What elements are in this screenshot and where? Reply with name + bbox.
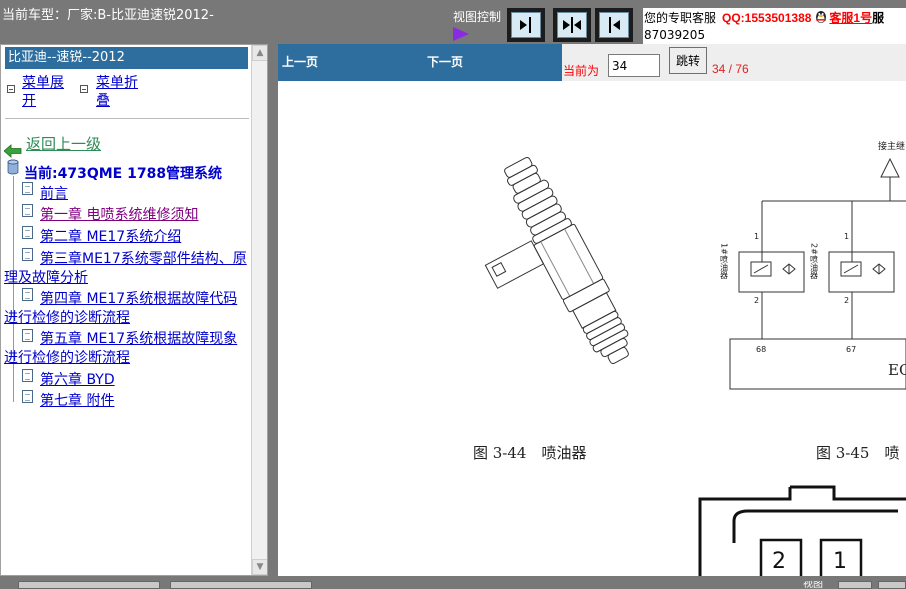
connector-pin-1: 1 <box>833 549 847 574</box>
view-button-1[interactable] <box>838 581 872 589</box>
ecu-label: EC <box>888 361 906 379</box>
fuel-injector-illustration <box>484 156 629 365</box>
chapter-link-5[interactable]: 第五章 ME17系统根据故障现象进行检修的诊断流程 <box>4 330 249 368</box>
back-arrow-icon[interactable] <box>4 144 22 158</box>
bottom-bar: 视图 <box>0 576 906 589</box>
figure-caption-injector: 图 3-44 喷油器 <box>473 444 586 462</box>
injector2-pin1: 1 <box>844 232 849 241</box>
tree-divider <box>5 118 249 119</box>
scroll-up-button[interactable]: ▲ <box>252 45 267 61</box>
connector-pin-2: 2 <box>772 549 786 574</box>
page-number-input[interactable] <box>608 54 660 77</box>
injector1-label: 1#喷油器 <box>720 243 729 280</box>
injector1-pin2: 2 <box>754 296 759 305</box>
injector2-label: 2#喷油器 <box>810 243 819 280</box>
show-right-panel-button[interactable] <box>507 8 545 42</box>
customer-service-box: 您的专职客服 QQ:1553501388 客服1号服 87039205 <box>643 8 906 44</box>
tree-header: 比亚迪--速锐--2012 <box>5 47 248 69</box>
pager-controls: 当前为 跳转 34 / 76 <box>562 44 906 81</box>
chapter-tree-pane: 比亚迪--速锐--2012 菜单展开 菜单折叠 返回上一级 当前:473QME … <box>0 44 268 576</box>
page-nav-bar: 上一页 下一页 当前为 跳转 34 / 76 <box>278 44 906 81</box>
show-left-panel-button[interactable] <box>595 8 633 42</box>
injector2-pin2: 2 <box>844 296 849 305</box>
page-count: 34 / 76 <box>712 62 749 76</box>
document-icon <box>22 226 33 239</box>
bottom-tab-1[interactable] <box>18 581 160 589</box>
chapter-link-1[interactable]: 第一章 电喷系统维修须知 <box>40 206 198 225</box>
customer-service-link[interactable]: 客服1号 <box>829 11 872 25</box>
chapter-link-6[interactable]: 第六章 BYD <box>40 371 115 390</box>
view-control-arrow-icon <box>453 27 469 41</box>
ecu-pin-68: 68 <box>756 345 766 354</box>
view-control-label: 视图控制 <box>453 10 502 24</box>
ecu-pin-67: 67 <box>846 345 856 354</box>
tree-scrollbar[interactable]: ▲ ▼ <box>251 45 267 575</box>
document-icon <box>22 369 33 382</box>
chapter-link-3[interactable]: 第三章ME17系统零部件结构、原理及故障分析 <box>4 250 249 288</box>
view-label: 视图 <box>803 581 823 589</box>
pane-splitter[interactable] <box>268 44 278 576</box>
qq-number: QQ:1553501388 <box>722 11 812 25</box>
prev-page-button[interactable]: 上一页 <box>282 53 318 70</box>
document-icon <box>22 204 33 217</box>
manual-page-drawing: 图 3-44 喷油器 接主继 1#喷油器 2#喷油器 1 1 2 2 68 67… <box>473 140 906 576</box>
qq-penguin-icon[interactable] <box>813 8 829 24</box>
jump-button[interactable]: 跳转 <box>669 47 707 74</box>
chapter-link-7[interactable]: 第七章 附件 <box>40 392 114 411</box>
document-page: 图 3-44 喷油器 接主继 1#喷油器 2#喷油器 1 1 2 2 68 67… <box>278 81 906 576</box>
tree-connector <box>13 176 14 402</box>
collapse-menu-button[interactable]: 菜单折叠 <box>96 74 148 110</box>
chapter-link-2[interactable]: 第二章 ME17系统介绍 <box>40 228 181 247</box>
current-node-label: 当前:473QME 1788管理系统 <box>24 166 223 182</box>
customer-service-tail: 服 <box>872 11 885 25</box>
view-button-2[interactable] <box>878 581 906 589</box>
back-to-parent-link[interactable]: 返回上一级 <box>26 133 101 154</box>
chapter-link-4[interactable]: 第四章 ME17系统根据故障代码进行检修的诊断流程 <box>4 290 249 328</box>
figure-caption-circuit: 图 3-45 喷 <box>816 444 899 462</box>
qq-number-continued: 87039205 <box>644 28 706 42</box>
current-page-label: 当前为 <box>563 64 600 78</box>
expand-menu-icon[interactable] <box>7 85 15 93</box>
document-icon <box>22 390 33 403</box>
connector-illustration <box>698 485 906 576</box>
left-panel-icon <box>609 17 620 33</box>
expand-menu-button[interactable]: 菜单展开 <box>22 74 74 110</box>
chapter-link-preface[interactable]: 前言 <box>40 185 68 204</box>
diagram-relay-label: 接主继 <box>878 140 905 152</box>
collapse-menu-icon[interactable] <box>80 85 88 93</box>
split-view-button[interactable] <box>553 8 591 42</box>
document-icon <box>22 182 33 195</box>
database-icon <box>7 159 19 175</box>
scroll-down-button[interactable]: ▼ <box>252 559 267 575</box>
right-panel-icon <box>520 17 531 33</box>
next-page-button[interactable]: 下一页 <box>427 53 463 70</box>
vehicle-label: 当前车型：厂家:B-比亚迪速锐2012- <box>2 8 214 23</box>
top-bar: 当前车型：厂家:B-比亚迪速锐2012- 视图控制 您的专职客服 QQ:15535… <box>0 0 906 44</box>
service-label: 您的专职客服 <box>644 11 717 25</box>
split-view-icon <box>563 17 581 33</box>
injector1-pin1: 1 <box>754 232 759 241</box>
bottom-tab-2[interactable] <box>170 581 312 589</box>
